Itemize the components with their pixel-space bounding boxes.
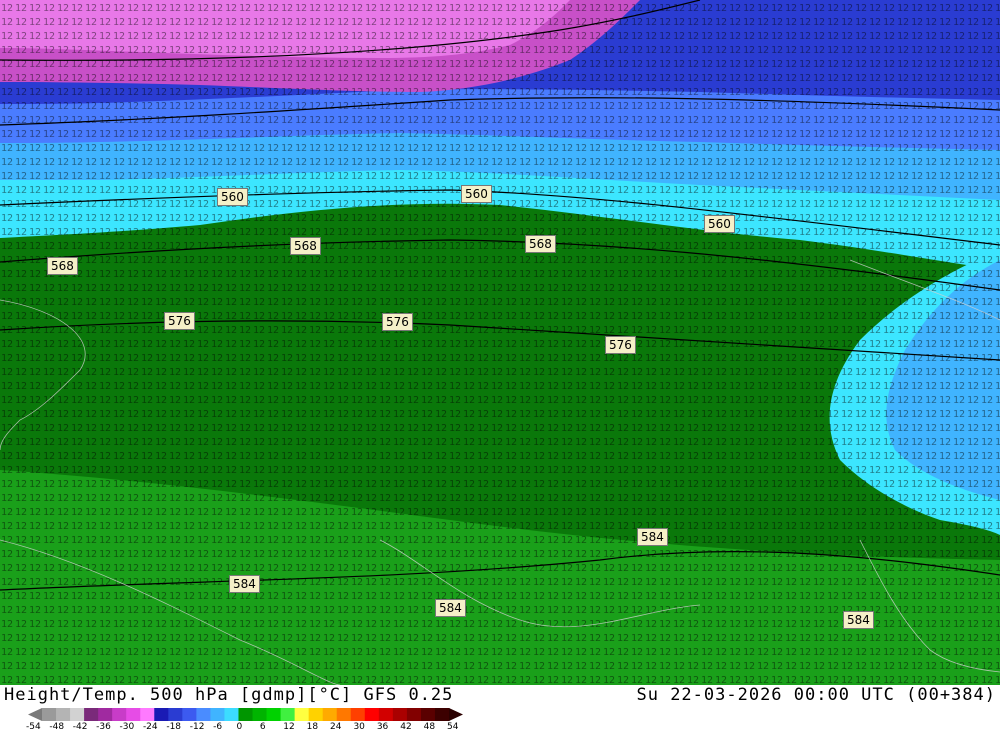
- color-scale-bar: [28, 708, 463, 721]
- contour-label-584-west: 584: [229, 575, 260, 593]
- color-scale-swatch: [308, 708, 324, 721]
- color-scale-swatch: [266, 708, 282, 721]
- color-scale-swatch: [98, 708, 113, 721]
- color-scale-tick-label: -24: [142, 722, 158, 732]
- color-scale-tick-label: -30: [119, 722, 135, 732]
- color-scale-swatch: [364, 708, 380, 721]
- color-scale-tick-label: -18: [166, 722, 182, 732]
- color-scale-swatch: [84, 708, 99, 721]
- color-scale-swatch: [112, 708, 127, 721]
- color-scale-swatch: [182, 708, 197, 721]
- color-scale-swatch: [336, 708, 352, 721]
- contour-label-584-center: 584: [637, 528, 668, 546]
- weather-map: 1 2: [0, 0, 1000, 685]
- color-scale-arrow-high: [449, 708, 463, 721]
- map-title: Height/Temp. 500 hPa [gdmp][°C] GFS 0.25: [4, 685, 454, 705]
- contour-label-576-center: 576: [382, 313, 413, 331]
- color-scale-tick-label: 12: [283, 722, 295, 732]
- color-scale-tick-label: 42: [400, 722, 412, 732]
- color-scale-swatch: [126, 708, 141, 721]
- contour-label-584-east: 584: [843, 611, 874, 629]
- color-scale-ticks: -54 -48 -42 -36 -30 -24 -18 -12 -6 0 6 12 18 24 30 36 42…: [26, 722, 462, 733]
- contour-label-576-east: 576: [605, 336, 636, 354]
- color-scale-swatch: [378, 708, 394, 721]
- color-scale-tick-label: 54: [447, 722, 459, 732]
- color-scale-swatch: [252, 708, 268, 721]
- color-scale-tick-label: 24: [330, 722, 342, 732]
- color-scale-swatch: [392, 708, 408, 721]
- color-scale-tick-label: -12: [189, 722, 205, 732]
- contour-label-560-west: 560: [217, 188, 248, 206]
- color-scale-swatch: [224, 708, 239, 721]
- color-scale-swatch: [406, 708, 422, 721]
- color-scale-swatch: [238, 708, 254, 721]
- color-scale-swatch: [280, 708, 296, 721]
- color-scale-swatch: [70, 708, 85, 721]
- color-scale-tick-label: -48: [49, 722, 65, 732]
- contour-label-568-east: 568: [525, 235, 556, 253]
- contour-label-568-center: 568: [290, 237, 321, 255]
- color-scale-tick-label: -6: [213, 722, 223, 732]
- contour-label-584-south: 584: [435, 599, 466, 617]
- contour-label-568-west: 568: [47, 257, 78, 275]
- color-scale-swatch: [154, 708, 169, 721]
- color-scale-swatch: [168, 708, 183, 721]
- color-scale-swatch: [56, 708, 71, 721]
- color-scale-tick-label: 30: [353, 722, 365, 732]
- color-scale-tick-label: 0: [236, 722, 243, 732]
- color-scale-swatch: [210, 708, 225, 721]
- color-scale-tick-label: 48: [423, 722, 436, 732]
- color-scale-swatch: [196, 708, 211, 721]
- contour-label-560-east: 560: [704, 215, 735, 233]
- color-scale-swatch: [294, 708, 310, 721]
- color-scale-swatch: [322, 708, 338, 721]
- color-scale-swatch: [350, 708, 366, 721]
- color-scale-tick-label: 6: [259, 722, 266, 732]
- color-scale-tick-label: -36: [96, 722, 111, 732]
- map-canvas: 1 2: [0, 0, 1000, 685]
- color-scale-swatch: [434, 708, 450, 721]
- map-valid-time: Su 22-03-2026 00:00 UTC (00+384): [636, 685, 996, 705]
- color-scale-tick-label: -54: [26, 722, 41, 732]
- color-scale-tick-label: -42: [72, 722, 88, 732]
- contour-label-560-center: 560: [461, 185, 492, 203]
- color-scale-swatch: [42, 708, 57, 721]
- color-scale-tick-label: 36: [376, 722, 389, 732]
- contour-label-576-west: 576: [164, 312, 195, 330]
- temperature-digits-overlay: [0, 0, 1000, 685]
- color-scale-swatch: [420, 708, 436, 721]
- color-scale-tick-label: 18: [306, 722, 319, 732]
- color-scale-arrow-low: [28, 708, 42, 721]
- color-scale-swatch: [140, 708, 155, 721]
